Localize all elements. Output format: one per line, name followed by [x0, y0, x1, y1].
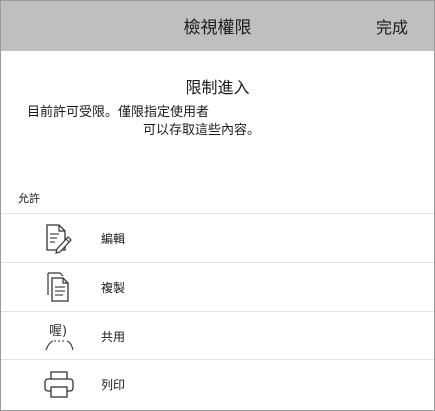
permission-label: 複製	[101, 281, 126, 295]
restriction-description-line1: 目前許可受限。僅限指定使用者	[27, 105, 210, 120]
restriction-title: 限制進入	[185, 78, 250, 97]
edit-document-icon	[41, 222, 77, 254]
header-title: 檢視權限	[183, 18, 252, 38]
permission-row-print[interactable]: 列印	[1, 360, 434, 408]
printer-icon	[41, 368, 77, 400]
permission-row-copy[interactable]: 複製	[1, 263, 434, 311]
view-permissions-dialog: 檢視權限 完成 限制進入 目前許可受限。僅限指定使用者 可以存取這些內容。 允許…	[0, 0, 435, 411]
permission-label: 編輯	[101, 232, 126, 246]
share-icon-glyph: 喔)	[49, 324, 67, 339]
share-icon: 喔)	[41, 320, 77, 352]
done-button[interactable]: 完成	[376, 14, 408, 38]
restriction-description-line2: 可以存取這些內容。	[143, 123, 261, 138]
allowed-section-label: 允許	[18, 192, 40, 205]
permission-row-share[interactable]: 喔) 共用	[1, 312, 434, 360]
header-bar: 檢視權限 完成	[1, 1, 434, 51]
restriction-description: 目前許可受限。僅限指定使用者 可以存取這些內容。	[27, 104, 407, 140]
permission-label: 共用	[101, 330, 126, 344]
copy-document-icon	[41, 271, 77, 303]
permission-label: 列印	[101, 378, 126, 392]
permission-row-edit[interactable]: 編輯	[1, 214, 434, 262]
